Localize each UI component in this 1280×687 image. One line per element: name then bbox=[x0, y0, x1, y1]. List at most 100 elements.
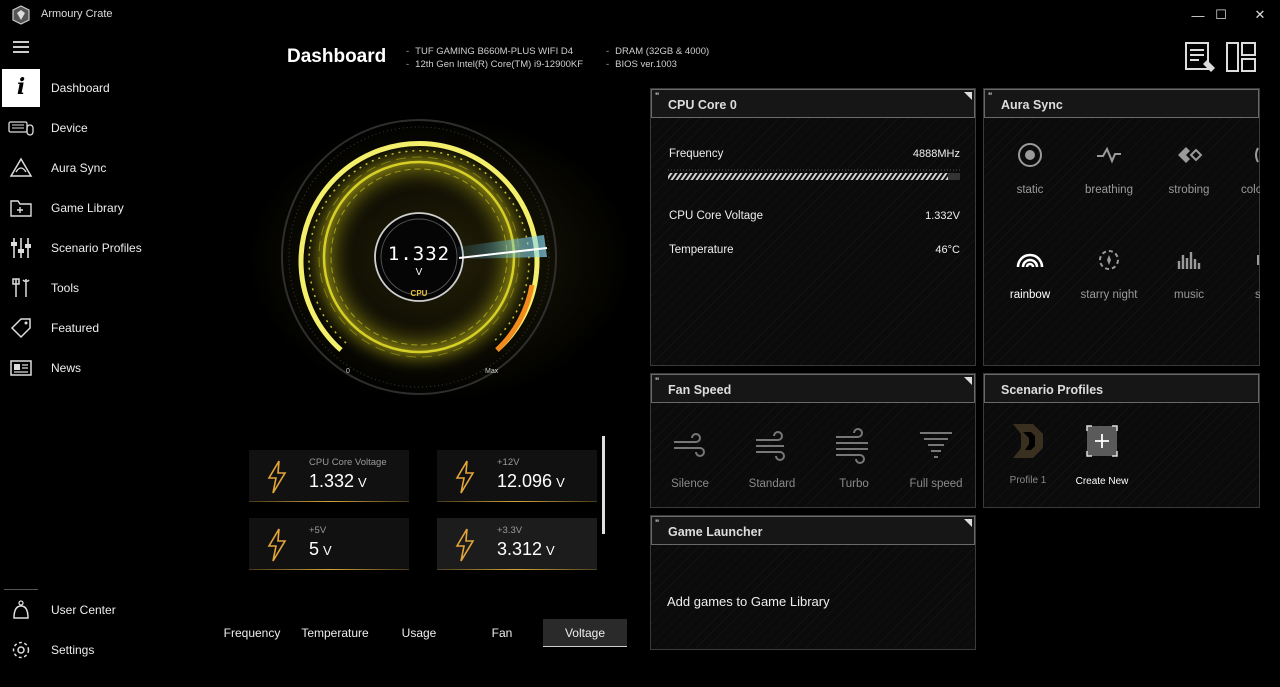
aura-effect-color-cycle[interactable]: colo bbox=[1230, 140, 1260, 196]
sidebar-item-game-library[interactable]: Game Library bbox=[0, 188, 210, 228]
gauge-max-label: Max bbox=[485, 368, 499, 375]
tab-temperature[interactable]: Temperature bbox=[293, 619, 377, 647]
page-title: Dashboard bbox=[287, 46, 387, 67]
voltage-list-scrollbar[interactable] bbox=[602, 436, 605, 534]
aura-effect-music[interactable]: music bbox=[1149, 245, 1229, 301]
profile-logo-icon bbox=[1013, 424, 1043, 458]
fan-mode-turbo[interactable]: Turbo bbox=[814, 428, 894, 490]
dram-info: DRAM (32GB & 4000) bbox=[606, 45, 709, 58]
sidebar-item-label: Scenario Profiles bbox=[51, 241, 142, 255]
tab-voltage[interactable]: Voltage bbox=[543, 619, 627, 647]
panel-title: Aura Sync bbox=[1001, 98, 1063, 112]
temperature-value: 46°C bbox=[935, 244, 960, 256]
tools-icon bbox=[12, 278, 30, 297]
voltage-card-12v[interactable]: +12V 12.096 V bbox=[437, 450, 597, 502]
fan-mode-silence[interactable]: Silence bbox=[650, 428, 730, 490]
gear-icon bbox=[12, 641, 30, 659]
hamburger-menu-icon[interactable] bbox=[13, 41, 29, 53]
temperature-label: Temperature bbox=[669, 244, 734, 256]
fan-mode-standard[interactable]: Standard bbox=[732, 428, 812, 490]
sidebar-item-scenario-profiles[interactable]: Scenario Profiles bbox=[0, 228, 210, 268]
panel-corner-icon bbox=[964, 92, 972, 100]
voltage-label: +3.3V bbox=[497, 525, 523, 536]
motherboard-model: TUF GAMING B660M-PLUS WIFI D4 bbox=[406, 45, 583, 58]
gauge-unit: V bbox=[415, 267, 423, 278]
sidebar-item-tools[interactable]: Tools bbox=[0, 268, 210, 308]
sidebar-item-label: Featured bbox=[51, 321, 100, 335]
sliders-icon bbox=[11, 238, 31, 258]
sidebar-item-device[interactable]: Device bbox=[0, 108, 210, 148]
system-info-memory: DRAM (32GB & 4000) BIOS ver.1003 bbox=[606, 45, 709, 71]
sidebar-item-label: Settings bbox=[51, 643, 95, 657]
frequency-value: 4888MHz bbox=[912, 148, 960, 160]
voltage-label: +12V bbox=[497, 457, 520, 468]
sidebar-item-label: Device bbox=[51, 121, 88, 135]
aura-effect-strobing[interactable]: strobing bbox=[1149, 140, 1229, 196]
lightning-bolt-icon bbox=[455, 528, 475, 562]
lightning-bolt-icon bbox=[455, 460, 475, 494]
info-icon: i bbox=[16, 74, 26, 100]
game-folder-icon bbox=[10, 200, 32, 217]
armoury-crate-logo-icon bbox=[12, 5, 30, 25]
tab-usage[interactable]: Usage bbox=[377, 619, 461, 647]
starry-night-icon bbox=[1099, 250, 1119, 270]
lightning-bolt-icon bbox=[267, 460, 287, 494]
sidebar-item-label: User Center bbox=[51, 603, 116, 617]
panel-header[interactable]: Scenario Profiles bbox=[984, 374, 1259, 403]
aura-effect-rainbow[interactable]: rainbow bbox=[990, 245, 1070, 301]
panel-header[interactable]: " Fan Speed bbox=[651, 374, 975, 403]
gauge-min-label: 0 bbox=[346, 368, 350, 375]
panel-header[interactable]: " Game Launcher bbox=[651, 516, 975, 545]
breathing-icon bbox=[1097, 146, 1121, 164]
aura-effect-breathing[interactable]: breathing bbox=[1069, 140, 1149, 196]
tab-fan[interactable]: Fan bbox=[460, 619, 544, 647]
create-new-label: Create New bbox=[1075, 476, 1129, 487]
sidebar-item-aura-sync[interactable]: Aura Sync bbox=[0, 148, 210, 188]
panel-header[interactable]: " CPU Core 0 bbox=[651, 89, 975, 118]
report-edit-icon[interactable] bbox=[1183, 40, 1217, 74]
game-launcher-panel: " Game Launcher bbox=[650, 515, 976, 650]
cpu-core-panel: " CPU Core 0 bbox=[650, 88, 976, 366]
panel-header[interactable]: " Aura Sync bbox=[984, 89, 1259, 118]
sidebar: i Dashboard Device Aura Sync Game Librar… bbox=[0, 30, 210, 687]
sidebar-item-label: Aura Sync bbox=[51, 161, 107, 175]
panel-title: Scenario Profiles bbox=[1001, 383, 1104, 397]
wind-standard-icon bbox=[756, 431, 785, 461]
close-button[interactable]: ✕ bbox=[1237, 0, 1280, 30]
sidebar-item-featured[interactable]: Featured bbox=[0, 308, 210, 348]
sidebar-item-user-center[interactable]: User Center bbox=[0, 590, 210, 630]
fan-mode-full-speed[interactable]: Full speed bbox=[896, 428, 976, 490]
create-new-profile-button[interactable] bbox=[1086, 425, 1118, 457]
sidebar-item-settings[interactable]: Settings bbox=[0, 630, 210, 670]
sidebar-item-label: Game Library bbox=[51, 201, 124, 215]
aura-effect-static[interactable]: static bbox=[990, 140, 1070, 196]
music-equalizer-icon bbox=[1177, 252, 1201, 269]
bios-version: BIOS ver.1003 bbox=[606, 58, 709, 71]
wind-turbo-icon bbox=[836, 428, 868, 464]
frequency-progress-bar bbox=[668, 169, 960, 180]
voltage-card-cpu-core[interactable]: CPU Core Voltage 1.332 V bbox=[249, 450, 409, 502]
scenario-profile-1[interactable]: Profile 1 bbox=[1003, 420, 1053, 486]
voltage-card-5v[interactable]: +5V 5V bbox=[249, 518, 409, 570]
panel-title: Fan Speed bbox=[668, 383, 732, 397]
cpu-voltage-label: CPU Core Voltage bbox=[669, 210, 763, 222]
cpu-model: 12th Gen Intel(R) Core(TM) i9-12900KF bbox=[406, 58, 583, 71]
game-launcher-message[interactable]: Add games to Game Library bbox=[667, 594, 830, 609]
cpu-voltage-value: 1.332V bbox=[925, 210, 960, 222]
layout-widgets-icon[interactable] bbox=[1224, 40, 1258, 74]
app-title: Armoury Crate bbox=[41, 8, 113, 20]
keyboard-mouse-icon bbox=[8, 121, 34, 136]
tab-frequency[interactable]: Frequency bbox=[210, 619, 294, 647]
static-icon bbox=[1018, 143, 1042, 167]
news-icon bbox=[10, 360, 32, 376]
voltage-label: +5V bbox=[309, 525, 327, 536]
aura-sync-panel: " Aura Sync bbox=[983, 88, 1260, 366]
color-cycle-icon bbox=[1255, 147, 1259, 163]
sidebar-item-dashboard[interactable]: i Dashboard bbox=[0, 68, 210, 108]
gauge-value: 1.332 bbox=[387, 243, 451, 265]
aura-effect-partial[interactable]: s bbox=[1230, 245, 1260, 301]
voltage-label: CPU Core Voltage bbox=[309, 457, 387, 468]
sidebar-item-news[interactable]: News bbox=[0, 348, 210, 388]
voltage-card-3v3[interactable]: +3.3V 3.312 V bbox=[437, 518, 597, 570]
aura-effect-starry-night[interactable]: starry night bbox=[1069, 245, 1149, 301]
